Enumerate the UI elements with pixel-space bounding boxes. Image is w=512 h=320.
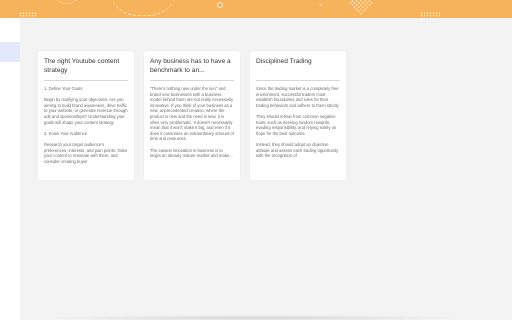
card-divider — [150, 80, 234, 81]
bottom-shadow — [40, 315, 470, 320]
article-card[interactable]: Any business has to have a benchmark to … — [144, 51, 240, 180]
card-excerpt: "There's nothing new under the sun" and … — [150, 86, 234, 159]
card-divider — [44, 80, 128, 81]
cross-decoration: × — [319, 3, 323, 9]
card-title[interactable]: Any business has to have a benchmark to … — [150, 58, 234, 75]
curve-decoration — [52, 0, 82, 4]
card-divider — [256, 80, 340, 81]
article-card[interactable]: The right Youtube content strategy 1. De… — [38, 51, 134, 180]
card-excerpt: Since the trading market is a completely… — [256, 86, 340, 159]
dot-pattern-decoration — [19, 12, 37, 17]
article-card[interactable]: Disciplined Trading Since the trading ma… — [250, 51, 346, 180]
top-banner: × — [0, 0, 512, 18]
ring-decoration — [217, 2, 223, 8]
card-excerpt: 1. Define Your Goals Begin by clarifying… — [44, 86, 128, 164]
diamond-dots-decoration — [348, 0, 374, 16]
sidebar — [0, 18, 20, 320]
sidebar-item-active[interactable] — [0, 42, 20, 62]
card-title[interactable]: The right Youtube content strategy — [44, 58, 128, 75]
card-title[interactable]: Disciplined Trading — [256, 58, 340, 75]
curve-decoration — [108, 0, 178, 16]
card-fade — [250, 168, 346, 180]
card-fade — [38, 168, 134, 180]
dot-pattern-decoration — [420, 12, 440, 17]
card-fade — [144, 168, 240, 180]
